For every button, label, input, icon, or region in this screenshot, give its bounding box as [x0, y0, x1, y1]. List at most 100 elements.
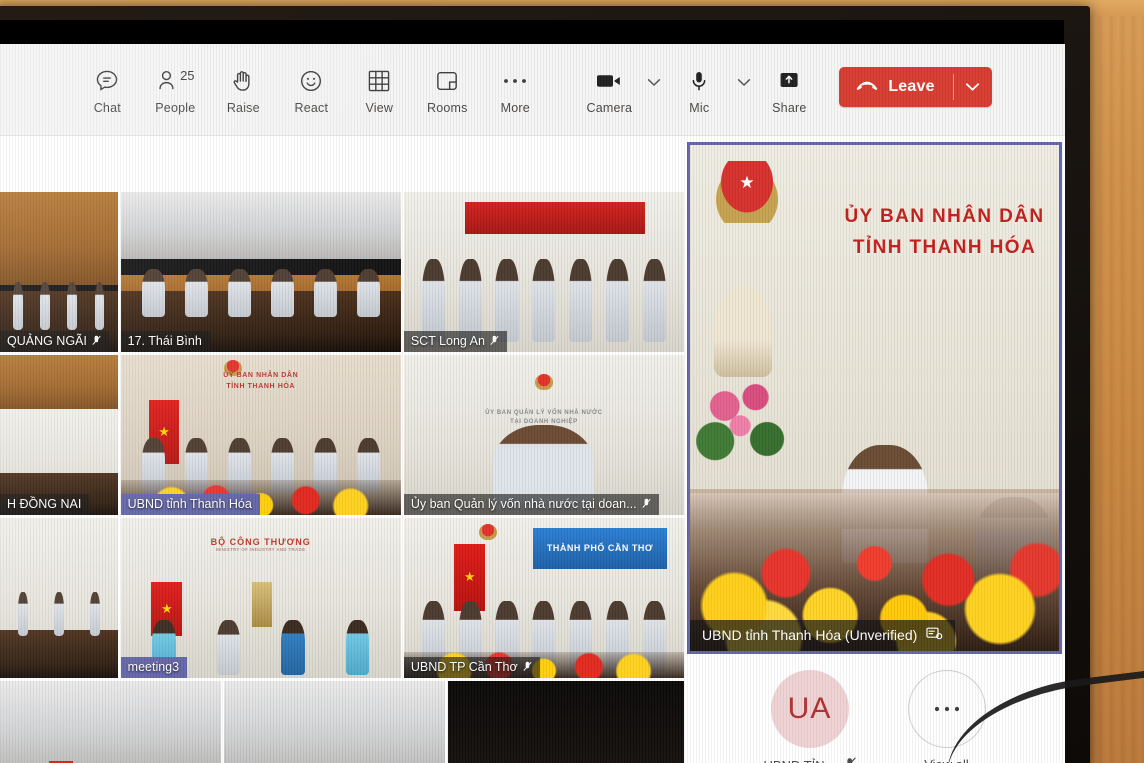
table-row[interactable]	[0, 518, 118, 678]
tile-namebar: SCT Long An	[404, 331, 507, 352]
tile-namebar: H ĐỒNG NAI	[0, 494, 89, 515]
tile-namebar: QUẢNG NGÃI	[0, 331, 109, 352]
rail-participant-avatar-cell[interactable]: UA UBND TỈN...	[764, 670, 856, 763]
toolbar-device-group: Camera	[575, 44, 991, 115]
table-row[interactable]	[448, 681, 684, 763]
tile-participant-name: UBND tỉnh Thanh Hóa	[128, 497, 252, 511]
tile-video-bottom-dark	[448, 681, 684, 763]
spotlight-video-tile[interactable]: ỦY BAN NHÂN DÂN TỈNH THANH HÓA UBND tỉnh…	[687, 142, 1062, 654]
leave-button-label: Leave	[888, 78, 934, 96]
tile-video-bottom-hall-1	[0, 681, 221, 763]
tile-video-quang-ngai	[0, 192, 118, 352]
table-row[interactable]: QUẢNG NGÃI	[0, 192, 118, 352]
tile-participant-name: meeting3	[128, 660, 179, 674]
breakout-rooms-icon	[435, 66, 459, 96]
hangup-phone-icon	[855, 78, 879, 97]
toolbar-button-people[interactable]: 25 People	[141, 44, 209, 115]
tile-video-bottom-hall-2	[224, 681, 445, 763]
people-icon: 25	[156, 66, 194, 96]
table-row[interactable]	[224, 681, 445, 763]
tile-namebar: UBND TP Cần Thơ	[404, 657, 540, 678]
mic-muted-icon	[92, 335, 101, 347]
table-row[interactable]	[0, 681, 221, 763]
camera-control-group: Camera	[575, 44, 665, 115]
tile-participant-name: UBND TP Cần Thơ	[411, 660, 518, 674]
raise-hand-icon	[231, 66, 255, 96]
view-grid-icon	[367, 66, 391, 96]
leave-button-group: Leave	[839, 67, 991, 107]
toolbar-label-chat: Chat	[94, 101, 121, 115]
screen-surface: Chat 25 People	[0, 44, 1065, 763]
microphone-icon	[689, 66, 709, 96]
tile-wall-text: ỦY BAN NHÂN DÂN TỈNH THANH HÓA	[121, 371, 401, 392]
table-row[interactable]: ỦY BAN QUẢN LÝ VỐN NHÀ NƯỚC TẠI DOANH NG…	[404, 355, 684, 515]
mic-chevron-down-icon[interactable]	[733, 44, 755, 87]
avatar: UA	[771, 670, 849, 748]
monitor-inner-bezel: Chat 25 People	[0, 20, 1064, 763]
tile-namebar: meeting3	[121, 657, 187, 678]
tile-participant-name: SCT Long An	[411, 334, 485, 348]
tile-video-sct-long-an	[404, 192, 684, 352]
gallery-row-4	[0, 681, 684, 763]
tile-participant-name: 17. Thái Bình	[128, 334, 202, 348]
more-ellipsis-icon	[502, 66, 528, 96]
tile-video-moit: BỘ CÔNG THƯƠNG MINISTRY OF INDUSTRY AND …	[121, 518, 401, 678]
monitor-bezel: Chat 25 People	[0, 6, 1090, 763]
meeting-toolbar: Chat 25 People	[0, 44, 1065, 136]
meeting-stage: QUẢNG NGÃI	[0, 136, 1065, 763]
mic-muted-icon	[490, 335, 499, 347]
tile-participant-name: H ĐỒNG NAI	[7, 497, 81, 511]
gallery-row-1: QUẢNG NGÃI	[0, 192, 684, 352]
tile-video-dong-nai	[0, 355, 118, 515]
table-row[interactable]: ỦY BAN NHÂN DÂN TỈNH THANH HÓA UBND tỉnh…	[121, 355, 401, 515]
camera-chevron-down-icon[interactable]	[643, 44, 665, 87]
flower-arrangement-left	[696, 373, 792, 483]
toolbar-button-more[interactable]: More	[481, 44, 549, 115]
toolbar-label-raise: Raise	[227, 101, 260, 115]
toolbar-label-people: People	[155, 101, 195, 115]
toolbar-button-chat[interactable]: Chat	[73, 44, 141, 115]
tile-wall-text: BỘ CÔNG THƯƠNG MINISTRY OF INDUSTRY AND …	[121, 537, 401, 552]
table-row[interactable]: BỘ CÔNG THƯƠNG MINISTRY OF INDUSTRY AND …	[121, 518, 401, 678]
chat-icon	[94, 66, 120, 96]
mic-control-group: Mic	[665, 44, 755, 115]
avatar-label-row: UBND TỈN...	[764, 757, 856, 763]
leave-button[interactable]: Leave	[839, 67, 952, 107]
toolbar-button-view[interactable]: View	[345, 44, 413, 115]
table-row[interactable]: SCT Long An	[404, 192, 684, 352]
gallery-row-3: BỘ CÔNG THƯƠNG MINISTRY OF INDUSTRY AND …	[0, 518, 684, 678]
toolbar-label-mic: Mic	[689, 101, 709, 115]
toolbar-label-rooms: Rooms	[427, 101, 468, 115]
toolbar-label-share: Share	[772, 101, 806, 115]
toolbar-label-view: View	[365, 101, 393, 115]
spotlight-wall-banner: ỦY BAN NHÂN DÂN TỈNH THANH HÓA	[840, 201, 1049, 264]
spotlight-participant-name: UBND tỉnh Thanh Hóa (Unverified)	[702, 627, 917, 643]
toolbar-button-react[interactable]: React	[277, 44, 345, 115]
toolbar-button-share[interactable]: Share	[755, 44, 823, 115]
toolbar-label-more: More	[501, 101, 530, 115]
table-row[interactable]: THÀNH PHỐ CẦN THƠ UBND TP Cần Thơ	[404, 518, 684, 678]
toolbar-button-camera[interactable]: Camera	[575, 44, 643, 115]
toolbar-button-raise[interactable]: Raise	[209, 44, 277, 115]
video-gallery: QUẢNG NGÃI	[0, 192, 684, 763]
camera-icon	[595, 66, 623, 96]
people-count-badge: 25	[180, 69, 194, 82]
ho-chi-minh-bust	[714, 285, 772, 377]
spotlight-namebar: UBND tỉnh Thanh Hóa (Unverified)	[690, 620, 955, 651]
tile-video-can-tho: THÀNH PHỐ CẦN THƠ	[404, 518, 684, 678]
mic-muted-icon	[844, 757, 856, 763]
toolbar-button-rooms[interactable]: Rooms	[413, 44, 481, 115]
tile-namebar: Ủy ban Quản lý vốn nhà nước tại doan...	[404, 494, 659, 515]
vietnam-national-emblem-icon	[712, 161, 782, 223]
tile-namebar: 17. Thái Bình	[121, 331, 210, 352]
toolbar-label-camera: Camera	[586, 101, 632, 115]
table-row[interactable]: 17. Thái Bình	[121, 192, 401, 352]
tile-video-thai-binh	[121, 192, 401, 352]
react-smiley-icon	[298, 66, 324, 96]
toolbar-button-mic[interactable]: Mic	[665, 44, 733, 115]
tile-video-uy-ban-quan-ly-von: ỦY BAN QUẢN LÝ VỐN NHÀ NƯỚC TẠI DOANH NG…	[404, 355, 684, 515]
leave-chevron-down-icon[interactable]	[954, 67, 992, 107]
table-row[interactable]: H ĐỒNG NAI	[0, 355, 118, 515]
tile-video-office-left	[0, 518, 118, 678]
mic-muted-icon	[642, 498, 651, 510]
